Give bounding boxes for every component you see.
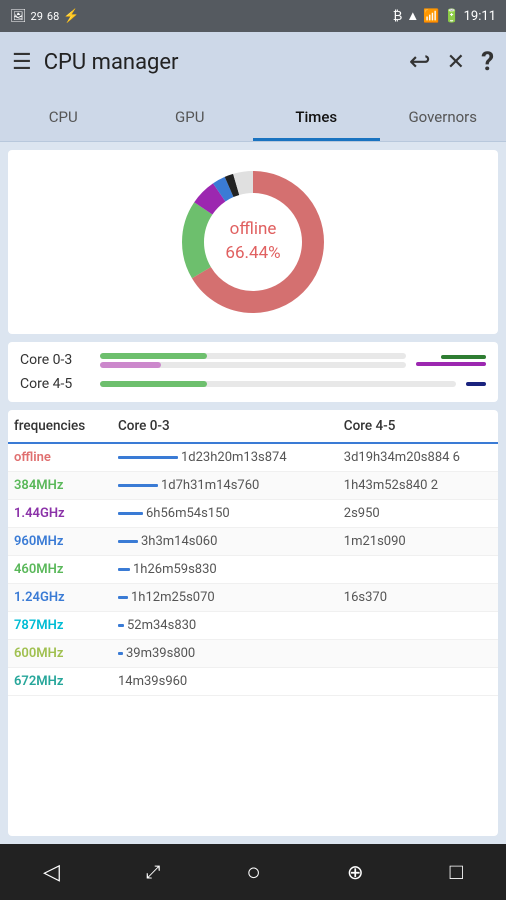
table-row: 384MHz1d7h31m14s7601h43m52s840 2 [8,472,498,500]
notification-count: 68 [47,10,59,23]
header-actions: ↩ ✕ ? [409,47,494,77]
status-bar-left: 🖼 29 68 ⚡ [10,9,79,24]
core45-cell: 16s370 [338,584,498,612]
col-frequencies: frequencies [8,410,112,443]
core-03-track2 [100,362,406,368]
core45-cell: 1m21s090 [338,528,498,556]
core03-cell: 6h56m54s150 [112,500,338,528]
usb-icon: ⚡ [63,9,79,24]
table-row: offline1d23h20m13s8743d19h34m20s884 6 [8,443,498,472]
donut-chart-card: offline 66.44% [8,150,498,334]
nav-square-icon[interactable]: □ [450,859,463,885]
freq-cell: 460MHz [8,556,112,584]
help-icon[interactable]: ? [481,47,494,77]
bluetooth-icon: ₿ [393,8,403,24]
core-03-right-bars [416,355,486,366]
nav-collapse-icon[interactable]: ⤢ [146,862,160,883]
freq-cell: 1.24GHz [8,584,112,612]
status-bar-right: ₿ ▲ 📶 🔋 19:11 [393,8,496,24]
core03-cell: 1d7h31m14s760 [112,472,338,500]
page-title: CPU manager [44,50,397,75]
freq-cell: 672MHz [8,668,112,696]
nav-download-icon[interactable]: ⊕ [347,860,364,884]
bottom-nav: ◁ ⤢ ○ ⊕ □ [0,844,506,900]
tab-times[interactable]: Times [253,92,380,141]
signal-icon: 📶 [423,9,439,24]
table-row: 1.24GHz1h12m25s07016s370 [8,584,498,612]
core45-cell: 3d19h34m20s884 6 [338,443,498,472]
core03-cell: 39m39s800 [112,640,338,668]
donut-label: offline [225,218,280,242]
nav-back-icon[interactable]: ◁ [43,860,60,885]
main-content: offline 66.44% Core 0-3 Core [0,142,506,844]
menu-icon[interactable]: ☰ [12,50,32,75]
tab-cpu[interactable]: CPU [0,92,127,141]
core45-cell [338,612,498,640]
core03-cell: 3h3m14s060 [112,528,338,556]
freq-cell: 960MHz [8,528,112,556]
wifi-icon: ▲ [406,8,419,24]
core-bar-row-03: Core 0-3 [20,352,486,368]
tab-governors[interactable]: Governors [380,92,506,141]
status-bar: 🖼 29 68 ⚡ ₿ ▲ 📶 🔋 19:11 [0,0,506,32]
col-core45: Core 4-5 [338,410,498,443]
notification-icon: 29 [31,10,43,23]
freq-cell: 1.44GHz [8,500,112,528]
freq-table: frequencies Core 0-3 Core 4-5 offline1d2… [8,410,498,696]
core-45-right-bars [466,382,486,386]
core03-cell: 1h26m59s830 [112,556,338,584]
core03-cell: 1h12m25s070 [112,584,338,612]
core45-cell [338,668,498,696]
close-icon[interactable]: ✕ [447,50,465,75]
donut-chart: offline 66.44% [173,162,333,322]
table-row: 960MHz3h3m14s0601m21s090 [8,528,498,556]
core-bar-row-45: Core 4-5 [20,376,486,392]
freq-table-header-row: frequencies Core 0-3 Core 4-5 [8,410,498,443]
core-bars-card: Core 0-3 Core 4-5 [8,342,498,402]
freq-cell: 787MHz [8,612,112,640]
freq-cell: 600MHz [8,640,112,668]
core45-cell [338,556,498,584]
table-row: 460MHz1h26m59s830 [8,556,498,584]
core-45-tracks [100,381,456,387]
donut-percent: 66.44% [225,242,280,266]
core-45-label: Core 4-5 [20,376,90,392]
core-03-label: Core 0-3 [20,352,90,368]
battery-icon: 🔋 [443,9,459,24]
time-display: 19:11 [464,9,496,24]
freq-cell: 384MHz [8,472,112,500]
header: ☰ CPU manager ↩ ✕ ? [0,32,506,92]
freq-cell: offline [8,443,112,472]
core45-cell: 1h43m52s840 2 [338,472,498,500]
table-row: 1.44GHz6h56m54s1502s950 [8,500,498,528]
core-03-track1 [100,353,406,359]
core03-cell: 14m39s960 [112,668,338,696]
core03-cell: 1d23h20m13s874 [112,443,338,472]
back-icon[interactable]: ↩ [409,47,431,77]
donut-center-text: offline 66.44% [225,218,280,266]
table-row: 787MHz52m34s830 [8,612,498,640]
table-row: 672MHz14m39s960 [8,668,498,696]
tab-gpu[interactable]: GPU [127,92,254,141]
core45-cell [338,640,498,668]
core45-cell: 2s950 [338,500,498,528]
freq-table-card: frequencies Core 0-3 Core 4-5 offline1d2… [8,410,498,836]
core-45-track1 [100,381,456,387]
core03-cell: 52m34s830 [112,612,338,640]
tab-bar: CPU GPU Times Governors [0,92,506,142]
col-core03: Core 0-3 [112,410,338,443]
nav-home-icon[interactable]: ○ [246,858,261,887]
photo-icon: 🖼 [10,9,27,24]
table-row: 600MHz39m39s800 [8,640,498,668]
core-03-tracks [100,353,406,368]
